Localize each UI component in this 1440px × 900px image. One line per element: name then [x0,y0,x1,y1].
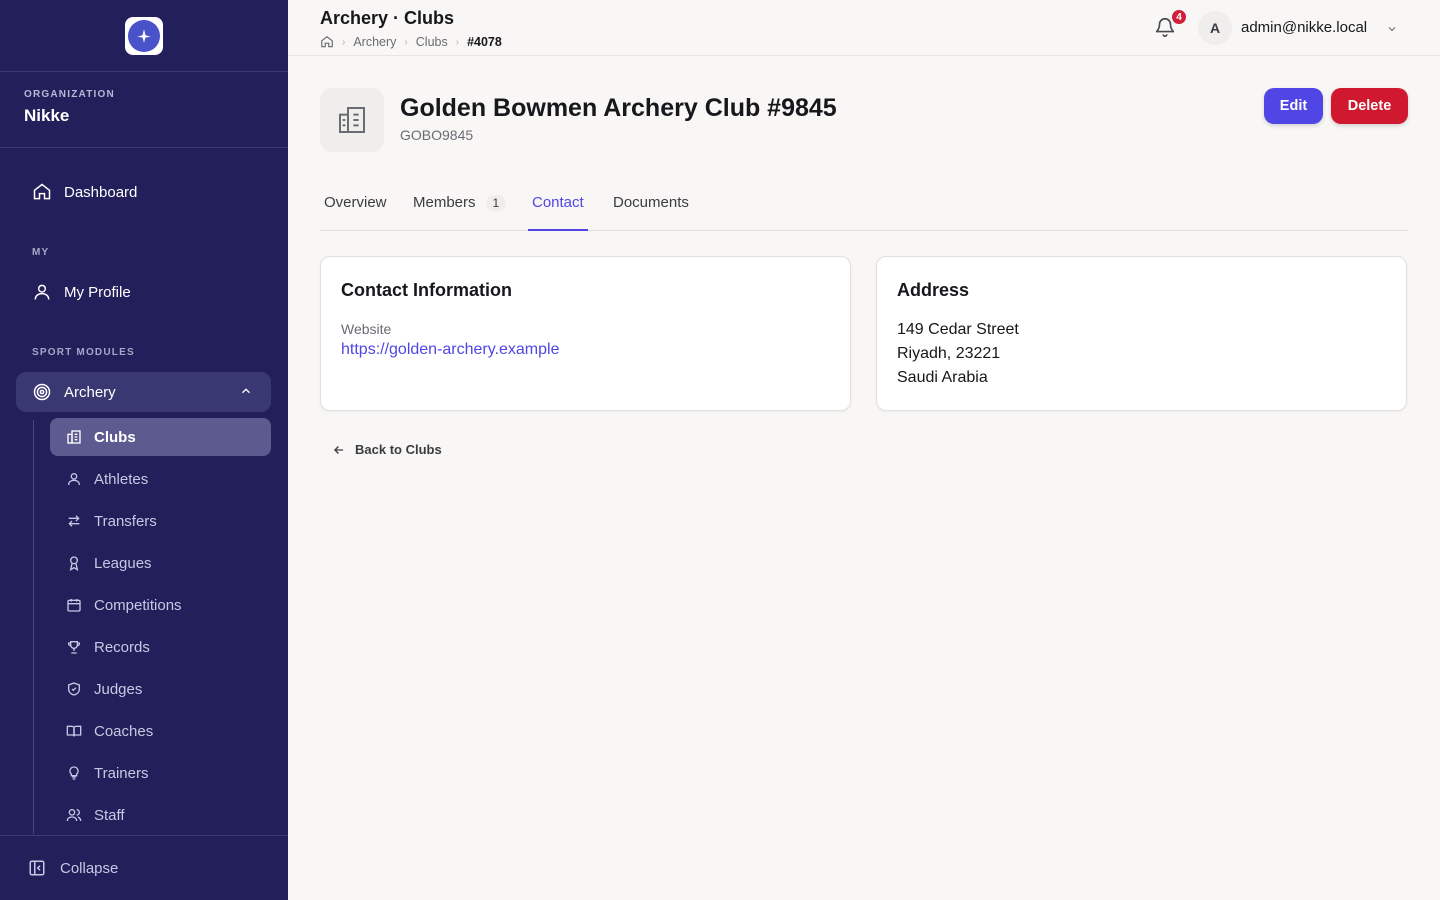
book-icon [66,723,82,739]
card-title: Contact Information [341,280,512,300]
sidebar-subitem-label: Judges [94,680,143,698]
club-building-icon [320,88,384,152]
organization-name: Nikke [24,106,70,125]
breadcrumb-home-icon[interactable] [320,35,334,49]
sidebar-item-label: Dashboard [64,183,138,201]
sidebar-subitem-label: Leagues [94,554,152,572]
tab-label: Overview [324,194,387,211]
chevron-down-icon[interactable] [1386,22,1398,40]
sidebar-subitem-staff[interactable]: Staff [50,796,271,834]
calendar-icon [66,597,82,613]
page-title: Golden Bowmen Archery Club #9845 [400,94,837,122]
sidebar-item-label: Archery [64,383,116,401]
section-label-sport-modules: SPORT MODULES [32,347,135,358]
website-label: Website [341,321,392,337]
user-menu-email[interactable]: admin@nikke.local [1241,19,1367,36]
sidebar-subitem-clubs[interactable]: Clubs [50,418,271,456]
address-line-street: 149 Cedar Street [897,321,1019,338]
address-line-country: Saudi Arabia [897,369,988,386]
breadcrumb-separator-icon: › [342,36,346,48]
sidebar-item-label: My Profile [64,283,131,301]
sidebar-subitem-label: Coaches [94,722,154,740]
delete-button[interactable]: Delete [1331,88,1408,124]
address-line-city: Riyadh, 23221 [897,345,1001,362]
website-link[interactable]: https://golden-archery.example [341,341,559,359]
trophy-icon [66,639,82,655]
breadcrumb-separator-icon: › [404,36,408,48]
sidebar-subitem-coaches[interactable]: Coaches [50,712,271,750]
submenu-guide-line [33,420,34,834]
sidebar-subitem-label: Athletes [94,470,149,488]
tab-contact[interactable]: Contact [528,186,588,231]
sidebar-subitem-athletes[interactable]: Athletes [50,460,271,498]
home-icon [32,182,52,202]
sidebar-subitem-leagues[interactable]: Leagues [50,544,271,582]
club-code: GOBO9845 [400,127,474,143]
sidebar-subitem-label: Competitions [94,596,182,614]
shield-icon [66,681,82,697]
sidebar-subitem-label: Trainers [94,764,149,782]
building-icon [66,429,82,445]
organization-label: ORGANIZATION [24,89,115,100]
contact-information-card: Contact Information Website https://gold… [320,256,851,411]
logo-area [0,0,288,72]
tab-members[interactable]: Members 1 [409,186,510,231]
collapse-label: Collapse [60,859,119,877]
notification-count-badge: 4 [1170,8,1188,26]
address-card: Address 149 Cedar Street Riyadh, 23221 S… [876,256,1407,411]
breadcrumb-item-archery[interactable]: Archery [353,35,396,49]
users-icon [66,807,82,823]
tab-overview[interactable]: Overview [320,186,391,231]
lightbulb-icon [66,765,82,781]
sidebar-collapse-icon [28,859,46,877]
sidebar-subitem-label: Clubs [94,428,136,446]
sidebar-subitem-competitions[interactable]: Competitions [50,586,271,624]
collapse-sidebar-button[interactable]: Collapse [0,835,288,900]
sidebar-item-dashboard[interactable]: Dashboard [16,172,271,212]
breadcrumb-item-clubs[interactable]: Clubs [416,35,448,49]
avatar[interactable]: A [1198,11,1232,45]
card-title: Address [897,280,970,300]
tab-label: Documents [613,194,689,211]
sidebar-subitem-label: Staff [94,806,125,824]
tab-documents[interactable]: Documents [609,186,693,231]
user-icon [66,471,82,487]
tab-bar: Overview Members 1 Contact Documents [320,186,1408,231]
page-header-title: Archery · Clubs [320,8,455,28]
organization-block: ORGANIZATION Nikke [0,72,288,148]
back-to-clubs-link[interactable]: Back to Clubs [332,442,442,457]
award-icon [66,555,82,571]
top-header: Archery · Clubs › Archery › Clubs › #407… [288,0,1440,56]
breadcrumb: › Archery › Clubs › #4078 [320,35,502,49]
sidebar-item-my-profile[interactable]: My Profile [16,272,271,312]
sidebar-subitem-transfers[interactable]: Transfers [50,502,271,540]
tab-count-badge: 1 [485,195,507,211]
arrows-icon [66,513,82,529]
sidebar: ORGANIZATION Nikke Dashboard MY My Profi… [0,0,288,900]
tab-label: Contact [532,194,584,211]
breadcrumb-separator-icon: › [455,36,460,48]
target-icon [32,382,52,402]
breadcrumb-item-current: #4078 [467,35,502,49]
tab-label: Members [413,194,476,211]
arrow-left-icon [332,443,346,457]
app-logo[interactable] [125,16,163,55]
sidebar-subitem-trainers[interactable]: Trainers [50,754,271,792]
sidebar-subitem-label: Records [94,638,150,656]
edit-button[interactable]: Edit [1264,88,1323,124]
section-label-my: MY [32,247,50,258]
back-label: Back to Clubs [355,442,442,457]
sidebar-subitem-records[interactable]: Records [50,628,271,666]
logo-emblem-icon [128,19,160,52]
user-icon [32,282,52,302]
chevron-up-icon [239,384,253,402]
sidebar-subitem-judges[interactable]: Judges [50,670,271,708]
sidebar-subitem-label: Transfers [94,512,157,530]
sidebar-item-archery[interactable]: Archery [16,372,271,412]
